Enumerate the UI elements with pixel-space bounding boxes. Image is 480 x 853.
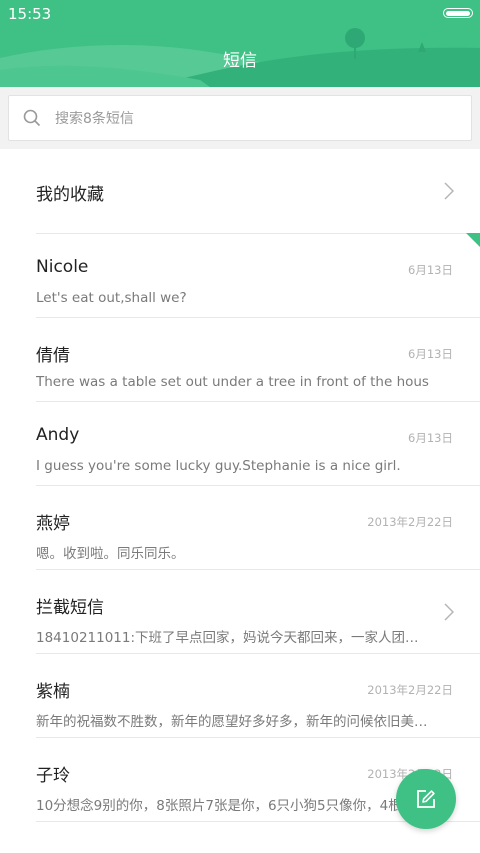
contact-name: 燕婷 bbox=[36, 514, 70, 534]
contact-name: Andy bbox=[36, 425, 80, 445]
favorites-row[interactable]: 我的收藏 bbox=[0, 149, 480, 233]
contact-name: Nicole bbox=[36, 257, 89, 277]
message-date: 2013年2月22日 bbox=[367, 515, 453, 529]
message-date: 6月13日 bbox=[408, 347, 453, 361]
message-date: 6月13日 bbox=[408, 431, 453, 445]
contact-name: 拦截短信 bbox=[36, 598, 104, 618]
chevron-right-icon bbox=[444, 603, 454, 621]
app-header: 15:53 短信 bbox=[0, 0, 480, 87]
message-preview: 新年的祝福数不胜数，新年的愿望好多好多，新年的问候依旧美好，... bbox=[36, 714, 431, 730]
chevron-right-icon bbox=[444, 182, 454, 200]
conversation-row[interactable]: 燕婷 嗯。收到啦。同乐同乐。 2013年2月22日 bbox=[0, 486, 480, 570]
blocked-messages-row[interactable]: 拦截短信 18410211011:下班了早点回家，妈说今天都回来，一家人团聚过.… bbox=[0, 570, 480, 654]
conversation-row[interactable]: Andy I guess you're some lucky guy.Steph… bbox=[0, 402, 480, 486]
message-preview: 10分想念9别的你，8张照片7张是你，6只小狗5只像你，4根骨头 bbox=[36, 798, 429, 814]
conversation-row[interactable]: Nicole Let's eat out,shall we? 6月13日 bbox=[0, 234, 480, 318]
message-preview: I guess you're some lucky guy.Stephanie … bbox=[36, 458, 401, 474]
message-date: 6月13日 bbox=[408, 263, 453, 277]
battery-icon bbox=[443, 8, 473, 18]
header-landscape bbox=[0, 28, 480, 87]
search-box[interactable] bbox=[8, 95, 472, 141]
compose-button[interactable] bbox=[396, 769, 456, 829]
search-input[interactable] bbox=[53, 106, 457, 132]
conversation-row[interactable]: 倩倩 There was a table set out under a tre… bbox=[0, 318, 480, 402]
message-preview: There was a table set out under a tree i… bbox=[36, 374, 429, 390]
contact-name: 倩倩 bbox=[36, 346, 70, 366]
search-bar bbox=[0, 87, 480, 149]
conversation-row[interactable]: 紫楠 新年的祝福数不胜数，新年的愿望好多好多，新年的问候依旧美好，... 201… bbox=[0, 654, 480, 738]
contact-name: 紫楠 bbox=[36, 682, 70, 702]
message-preview: 18410211011:下班了早点回家，妈说今天都回来，一家人团聚过... bbox=[36, 630, 431, 646]
compose-icon bbox=[417, 790, 435, 808]
search-icon bbox=[23, 109, 41, 127]
message-preview: 嗯。收到啦。同乐同乐。 bbox=[36, 546, 185, 562]
page-title: 短信 bbox=[223, 51, 257, 71]
status-time: 15:53 bbox=[8, 5, 52, 23]
message-preview: Let's eat out,shall we? bbox=[36, 290, 187, 306]
favorites-label: 我的收藏 bbox=[36, 185, 104, 205]
message-date: 2013年2月22日 bbox=[367, 683, 453, 697]
contact-name: 子玲 bbox=[36, 766, 70, 786]
